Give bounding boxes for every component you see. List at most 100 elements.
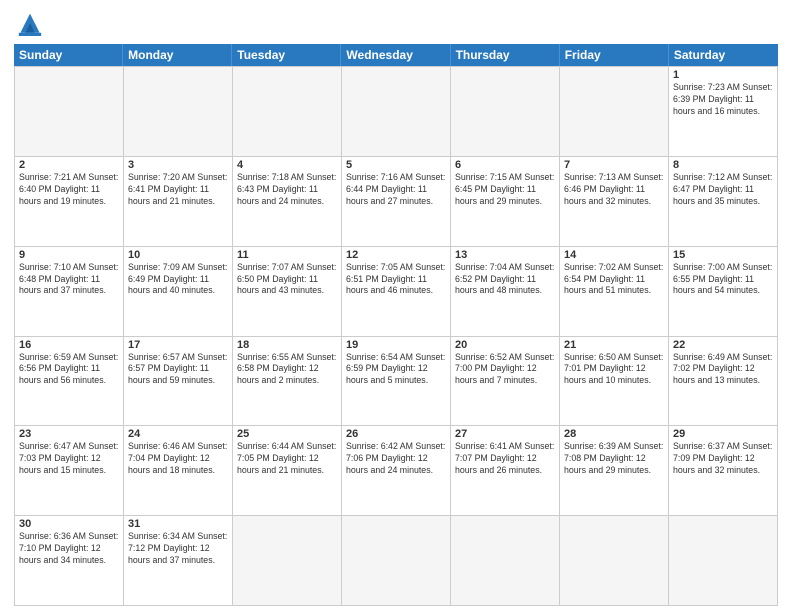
calendar-cell-day-4: 4Sunrise: 7:18 AM Sunset: 6:43 PM Daylig…: [233, 157, 342, 247]
day-info: Sunrise: 7:13 AM Sunset: 6:46 PM Dayligh…: [564, 172, 664, 208]
day-number: 29: [673, 428, 773, 440]
day-number: 2: [19, 159, 119, 171]
header: [14, 10, 778, 38]
calendar-cell-day-9: 9Sunrise: 7:10 AM Sunset: 6:48 PM Daylig…: [15, 247, 124, 337]
day-info: Sunrise: 7:21 AM Sunset: 6:40 PM Dayligh…: [19, 172, 119, 208]
calendar-cell-day-31: 31Sunrise: 6:34 AM Sunset: 7:12 PM Dayli…: [124, 516, 233, 606]
calendar-cell-day-3: 3Sunrise: 7:20 AM Sunset: 6:41 PM Daylig…: [124, 157, 233, 247]
day-info: Sunrise: 7:02 AM Sunset: 6:54 PM Dayligh…: [564, 262, 664, 298]
day-info: Sunrise: 6:36 AM Sunset: 7:10 PM Dayligh…: [19, 531, 119, 567]
calendar-cell-day-2: 2Sunrise: 7:21 AM Sunset: 6:40 PM Daylig…: [15, 157, 124, 247]
calendar-cell-empty: [560, 67, 669, 157]
day-number: 9: [19, 249, 119, 261]
calendar-cell-day-22: 22Sunrise: 6:49 AM Sunset: 7:02 PM Dayli…: [669, 337, 778, 427]
calendar-cell-empty: [342, 516, 451, 606]
calendar-cell-day-13: 13Sunrise: 7:04 AM Sunset: 6:52 PM Dayli…: [451, 247, 560, 337]
day-info: Sunrise: 6:41 AM Sunset: 7:07 PM Dayligh…: [455, 441, 555, 477]
day-number: 12: [346, 249, 446, 261]
day-number: 23: [19, 428, 119, 440]
day-info: Sunrise: 6:42 AM Sunset: 7:06 PM Dayligh…: [346, 441, 446, 477]
day-number: 24: [128, 428, 228, 440]
calendar-cell-day-20: 20Sunrise: 6:52 AM Sunset: 7:00 PM Dayli…: [451, 337, 560, 427]
day-info: Sunrise: 6:59 AM Sunset: 6:56 PM Dayligh…: [19, 352, 119, 388]
day-info: Sunrise: 7:16 AM Sunset: 6:44 PM Dayligh…: [346, 172, 446, 208]
day-info: Sunrise: 6:47 AM Sunset: 7:03 PM Dayligh…: [19, 441, 119, 477]
day-number: 31: [128, 518, 228, 530]
day-info: Sunrise: 7:18 AM Sunset: 6:43 PM Dayligh…: [237, 172, 337, 208]
calendar-cell-day-30: 30Sunrise: 6:36 AM Sunset: 7:10 PM Dayli…: [15, 516, 124, 606]
calendar-header: SundayMondayTuesdayWednesdayThursdayFrid…: [14, 44, 778, 66]
logo: [14, 10, 50, 38]
calendar-cell-day-27: 27Sunrise: 6:41 AM Sunset: 7:07 PM Dayli…: [451, 426, 560, 516]
calendar-cell-day-7: 7Sunrise: 7:13 AM Sunset: 6:46 PM Daylig…: [560, 157, 669, 247]
day-info: Sunrise: 6:46 AM Sunset: 7:04 PM Dayligh…: [128, 441, 228, 477]
calendar-cell-day-21: 21Sunrise: 6:50 AM Sunset: 7:01 PM Dayli…: [560, 337, 669, 427]
calendar-cell-empty: [15, 67, 124, 157]
day-number: 21: [564, 339, 664, 351]
calendar-cell-empty: [233, 516, 342, 606]
day-info: Sunrise: 7:00 AM Sunset: 6:55 PM Dayligh…: [673, 262, 773, 298]
day-info: Sunrise: 7:10 AM Sunset: 6:48 PM Dayligh…: [19, 262, 119, 298]
calendar-cell-day-1: 1Sunrise: 7:23 AM Sunset: 6:39 PM Daylig…: [669, 67, 778, 157]
day-number: 10: [128, 249, 228, 261]
calendar-cell-day-5: 5Sunrise: 7:16 AM Sunset: 6:44 PM Daylig…: [342, 157, 451, 247]
calendar-row-1: 2Sunrise: 7:21 AM Sunset: 6:40 PM Daylig…: [15, 157, 778, 247]
day-info: Sunrise: 6:55 AM Sunset: 6:58 PM Dayligh…: [237, 352, 337, 388]
calendar-cell-empty: [124, 67, 233, 157]
day-number: 19: [346, 339, 446, 351]
calendar-cell-empty: [233, 67, 342, 157]
day-number: 26: [346, 428, 446, 440]
calendar-cell-day-18: 18Sunrise: 6:55 AM Sunset: 6:58 PM Dayli…: [233, 337, 342, 427]
calendar-cell-day-6: 6Sunrise: 7:15 AM Sunset: 6:45 PM Daylig…: [451, 157, 560, 247]
day-number: 1: [673, 69, 773, 81]
day-info: Sunrise: 6:50 AM Sunset: 7:01 PM Dayligh…: [564, 352, 664, 388]
calendar-row-2: 9Sunrise: 7:10 AM Sunset: 6:48 PM Daylig…: [15, 247, 778, 337]
calendar-cell-day-14: 14Sunrise: 7:02 AM Sunset: 6:54 PM Dayli…: [560, 247, 669, 337]
day-number: 11: [237, 249, 337, 261]
day-info: Sunrise: 6:34 AM Sunset: 7:12 PM Dayligh…: [128, 531, 228, 567]
day-number: 18: [237, 339, 337, 351]
calendar-cell-day-29: 29Sunrise: 6:37 AM Sunset: 7:09 PM Dayli…: [669, 426, 778, 516]
day-info: Sunrise: 7:05 AM Sunset: 6:51 PM Dayligh…: [346, 262, 446, 298]
day-header-friday: Friday: [560, 44, 669, 66]
day-info: Sunrise: 6:44 AM Sunset: 7:05 PM Dayligh…: [237, 441, 337, 477]
day-number: 25: [237, 428, 337, 440]
day-number: 14: [564, 249, 664, 261]
day-number: 6: [455, 159, 555, 171]
calendar-row-0: 1Sunrise: 7:23 AM Sunset: 6:39 PM Daylig…: [15, 67, 778, 157]
calendar-body: 1Sunrise: 7:23 AM Sunset: 6:39 PM Daylig…: [14, 66, 778, 606]
calendar-cell-day-15: 15Sunrise: 7:00 AM Sunset: 6:55 PM Dayli…: [669, 247, 778, 337]
day-info: Sunrise: 6:52 AM Sunset: 7:00 PM Dayligh…: [455, 352, 555, 388]
day-info: Sunrise: 6:39 AM Sunset: 7:08 PM Dayligh…: [564, 441, 664, 477]
day-number: 8: [673, 159, 773, 171]
calendar-cell-day-25: 25Sunrise: 6:44 AM Sunset: 7:05 PM Dayli…: [233, 426, 342, 516]
calendar-cell-day-16: 16Sunrise: 6:59 AM Sunset: 6:56 PM Dayli…: [15, 337, 124, 427]
calendar-cell-day-24: 24Sunrise: 6:46 AM Sunset: 7:04 PM Dayli…: [124, 426, 233, 516]
calendar-cell-day-10: 10Sunrise: 7:09 AM Sunset: 6:49 PM Dayli…: [124, 247, 233, 337]
day-info: Sunrise: 6:37 AM Sunset: 7:09 PM Dayligh…: [673, 441, 773, 477]
day-number: 5: [346, 159, 446, 171]
day-info: Sunrise: 6:49 AM Sunset: 7:02 PM Dayligh…: [673, 352, 773, 388]
calendar-cell-empty: [451, 516, 560, 606]
day-header-tuesday: Tuesday: [232, 44, 341, 66]
day-header-monday: Monday: [123, 44, 232, 66]
calendar-cell-empty: [669, 516, 778, 606]
calendar-cell-day-12: 12Sunrise: 7:05 AM Sunset: 6:51 PM Dayli…: [342, 247, 451, 337]
day-header-wednesday: Wednesday: [341, 44, 450, 66]
calendar-cell-day-11: 11Sunrise: 7:07 AM Sunset: 6:50 PM Dayli…: [233, 247, 342, 337]
day-header-sunday: Sunday: [14, 44, 123, 66]
day-info: Sunrise: 6:54 AM Sunset: 6:59 PM Dayligh…: [346, 352, 446, 388]
logo-icon: [14, 10, 46, 38]
calendar-row-5: 30Sunrise: 6:36 AM Sunset: 7:10 PM Dayli…: [15, 516, 778, 606]
day-number: 28: [564, 428, 664, 440]
day-header-saturday: Saturday: [669, 44, 778, 66]
calendar-row-3: 16Sunrise: 6:59 AM Sunset: 6:56 PM Dayli…: [15, 337, 778, 427]
day-info: Sunrise: 7:04 AM Sunset: 6:52 PM Dayligh…: [455, 262, 555, 298]
calendar-row-4: 23Sunrise: 6:47 AM Sunset: 7:03 PM Dayli…: [15, 426, 778, 516]
calendar-cell-empty: [451, 67, 560, 157]
day-number: 7: [564, 159, 664, 171]
day-header-thursday: Thursday: [451, 44, 560, 66]
calendar-cell-empty: [560, 516, 669, 606]
day-info: Sunrise: 7:15 AM Sunset: 6:45 PM Dayligh…: [455, 172, 555, 208]
day-number: 27: [455, 428, 555, 440]
